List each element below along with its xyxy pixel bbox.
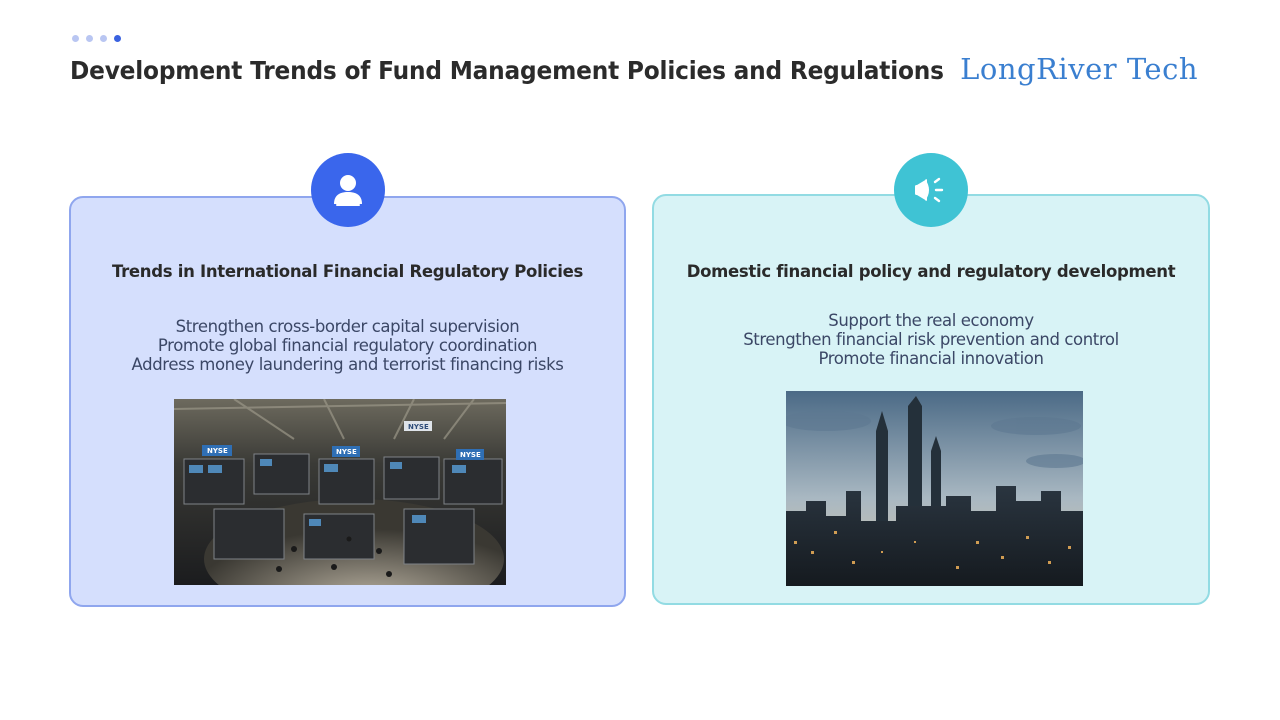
card-points-list: Support the real economy Strengthen fina… bbox=[654, 311, 1208, 368]
card-heading: Trends in International Financial Regula… bbox=[111, 262, 584, 281]
list-item: Address money laundering and terrorist f… bbox=[131, 355, 564, 374]
progress-dot bbox=[72, 35, 79, 42]
nyse-sign-text: NYSE bbox=[336, 448, 357, 456]
person-icon bbox=[311, 153, 385, 227]
card-heading: Domestic financial policy and regulatory… bbox=[686, 262, 1176, 281]
progress-dots bbox=[72, 35, 121, 42]
slide: Development Trends of Fund Management Po… bbox=[0, 0, 1280, 720]
stock-exchange-trading-floor-photo: NYSE NYSE NYSE NYSE bbox=[174, 399, 506, 585]
card-points-list: Strengthen cross-border capital supervis… bbox=[71, 317, 624, 374]
megaphone-icon bbox=[894, 153, 968, 227]
nyse-sign-text: NYSE bbox=[460, 451, 481, 459]
nyse-sign-text: NYSE bbox=[207, 447, 228, 455]
list-item: Promote financial innovation bbox=[818, 349, 1044, 368]
progress-dot bbox=[100, 35, 107, 42]
progress-dot bbox=[86, 35, 93, 42]
progress-dot-active bbox=[114, 35, 121, 42]
list-item: Strengthen financial risk prevention and… bbox=[743, 330, 1119, 349]
brand-logo-text: LongRiver Tech bbox=[960, 52, 1198, 86]
nyse-sign-text: NYSE bbox=[408, 423, 429, 431]
list-item: Support the real economy bbox=[828, 311, 1034, 330]
page-title: Development Trends of Fund Management Po… bbox=[70, 56, 944, 85]
list-item: Strengthen cross-border capital supervis… bbox=[175, 317, 520, 336]
city-skyline-photo bbox=[786, 391, 1083, 586]
list-item: Promote global financial regulatory coor… bbox=[157, 336, 538, 355]
